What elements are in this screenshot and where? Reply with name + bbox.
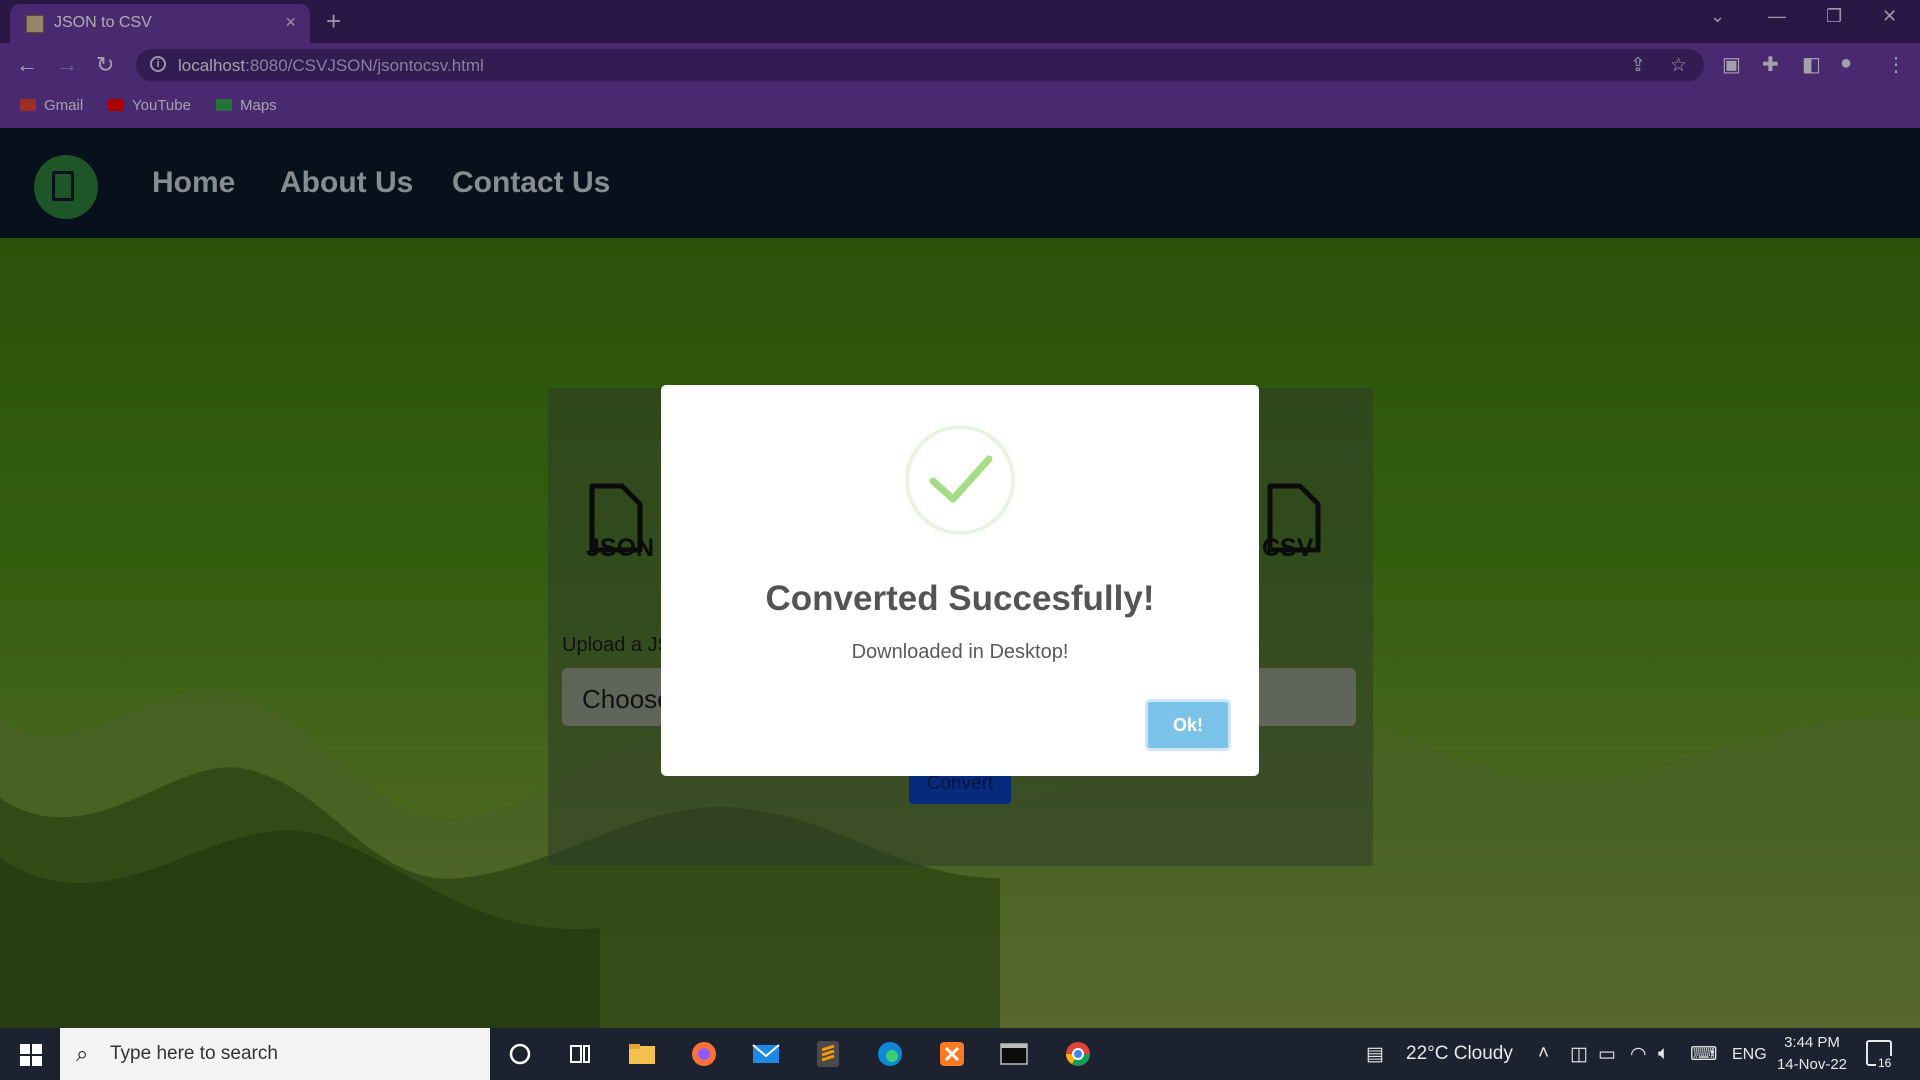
mail-icon[interactable]	[750, 1038, 782, 1070]
success-check-icon	[905, 425, 1015, 535]
ok-button[interactable]: Ok!	[1145, 699, 1231, 751]
task-view-icon[interactable]	[564, 1038, 596, 1070]
terminal-icon[interactable]	[998, 1038, 1030, 1070]
clock-time[interactable]: 3:44 PM	[1772, 1034, 1852, 1051]
keyboard-icon[interactable]: ⌨	[1690, 1043, 1717, 1066]
language-indicator[interactable]: ENG	[1732, 1046, 1767, 1064]
search-icon: ⌕	[76, 1041, 89, 1066]
search-placeholder: Type here to search	[110, 1043, 278, 1064]
file-explorer-icon[interactable]	[626, 1038, 658, 1070]
checkmark-icon	[929, 455, 993, 503]
firefox-icon[interactable]	[688, 1038, 720, 1070]
show-hidden-icons[interactable]: ˄	[1538, 1043, 1549, 1065]
notification-count: 16	[1876, 1056, 1894, 1070]
dialog-message: Downloaded in Desktop!	[851, 641, 1069, 663]
success-dialog: Converted Succesfully! Downloaded in Des…	[661, 385, 1259, 776]
dialog-title: Converted Succesfully!	[765, 579, 1155, 618]
windows-start-icon[interactable]	[20, 1044, 42, 1066]
weather-icon[interactable]: ▤	[1366, 1043, 1384, 1066]
wifi-icon[interactable]: ◠	[1630, 1043, 1647, 1066]
sublime-text-icon[interactable]	[812, 1038, 844, 1070]
chrome-icon[interactable]	[1062, 1038, 1094, 1070]
volume-icon[interactable]: 🔈︎	[1658, 1043, 1669, 1065]
clock-date[interactable]: 14-Nov-22	[1772, 1056, 1852, 1073]
cortana-icon[interactable]	[504, 1038, 536, 1070]
meet-icon[interactable]: ◫	[1570, 1043, 1588, 1066]
xampp-icon[interactable]	[936, 1038, 968, 1070]
weather-text[interactable]: 22°C Cloudy	[1406, 1043, 1513, 1065]
edge-icon[interactable]	[874, 1038, 906, 1070]
battery-icon[interactable]: ▭	[1598, 1043, 1616, 1066]
taskbar-search-box[interactable]: ⌕ Type here to search	[60, 1028, 490, 1080]
windows-taskbar: ⌕ Type here to search ▤ 22°C Cloudy ˄ ◫ …	[0, 1028, 1920, 1080]
